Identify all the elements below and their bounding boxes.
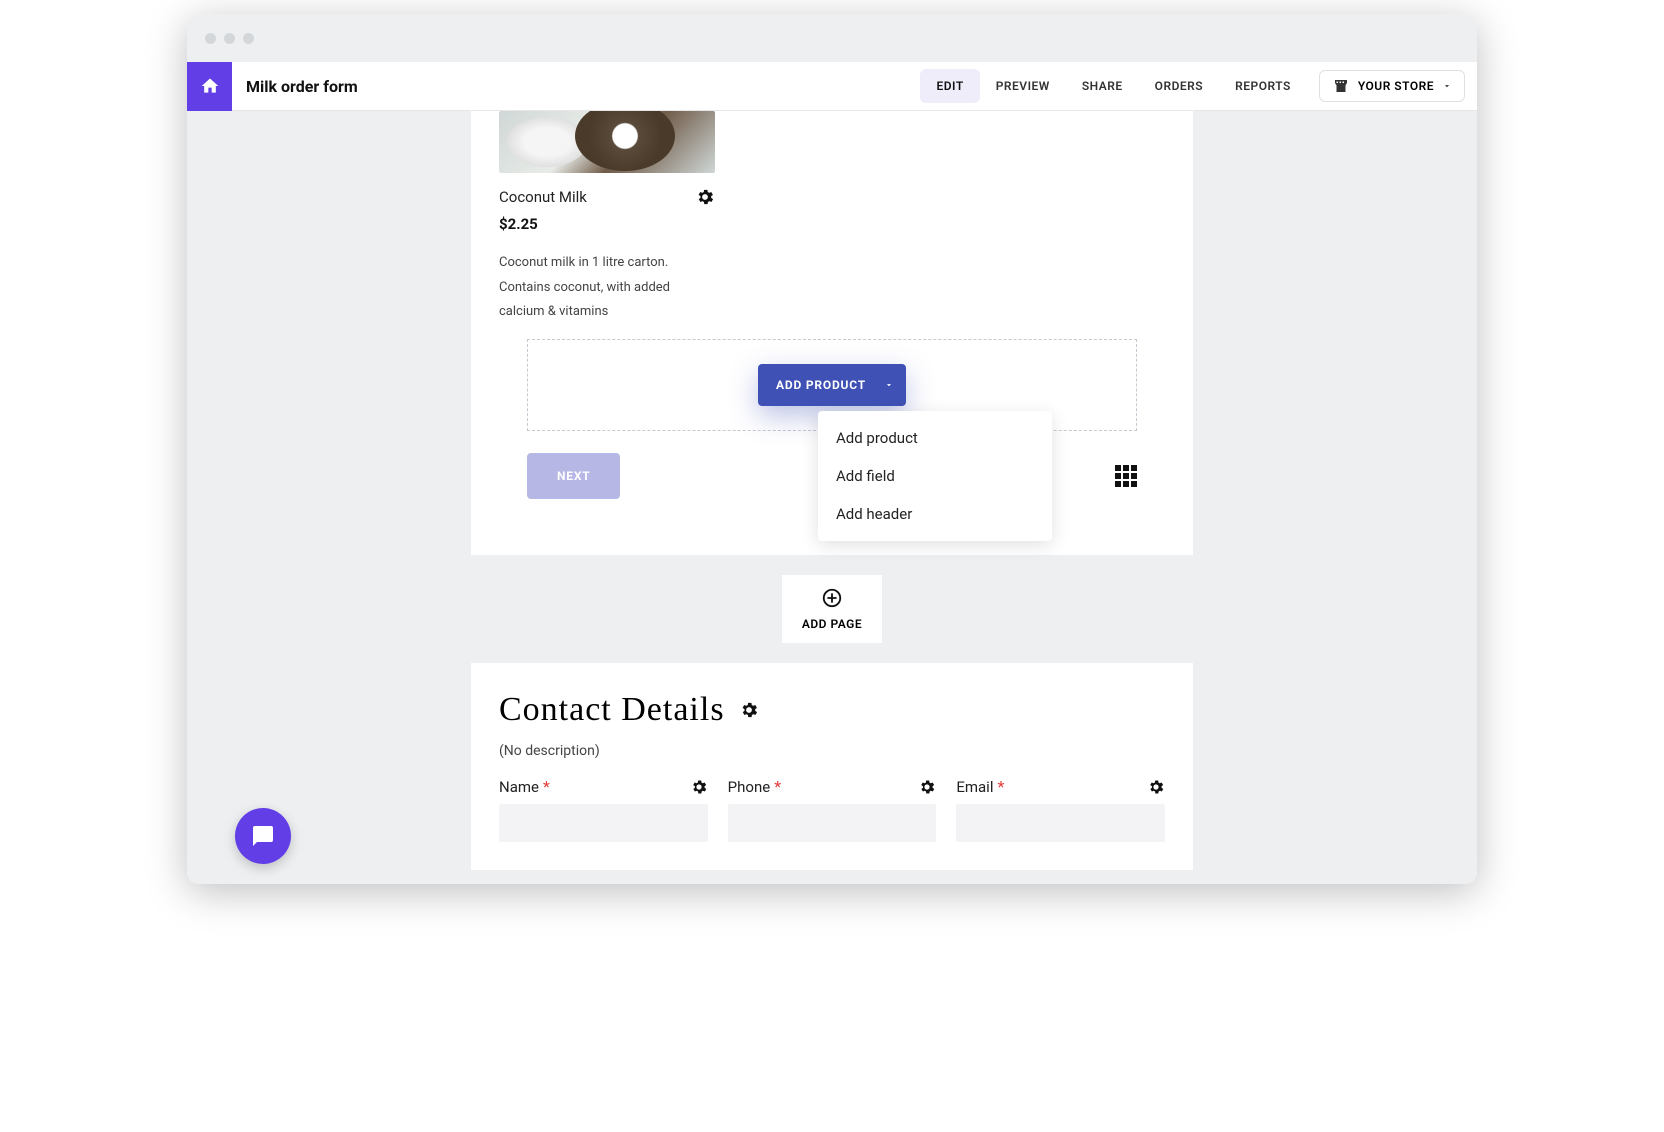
field-name: Name* (499, 777, 708, 842)
browser-frame: Milk order form EDIT PREVIEW SHARE ORDER… (187, 14, 1477, 884)
menu-add-field[interactable]: Add field (818, 457, 1052, 495)
nav-tabs: EDIT PREVIEW SHARE ORDERS REPORTS (920, 69, 1306, 103)
store-label: YOUR STORE (1358, 79, 1434, 93)
field-phone: Phone* (728, 777, 937, 842)
tab-orders[interactable]: ORDERS (1139, 69, 1219, 103)
contact-section: Contact Details (No description) Name* P… (471, 663, 1193, 870)
tab-reports[interactable]: REPORTS (1219, 69, 1307, 103)
tab-preview[interactable]: PREVIEW (980, 69, 1066, 103)
required-asterisk: * (774, 777, 781, 796)
plus-circle-icon (821, 587, 843, 609)
phone-input[interactable] (728, 804, 937, 842)
page-title: Milk order form (246, 77, 358, 96)
home-button[interactable] (187, 62, 232, 111)
gear-icon[interactable] (739, 700, 759, 720)
product-image[interactable] (499, 111, 715, 173)
field-label: Phone (728, 778, 771, 796)
add-product-menu: Add product Add field Add header (818, 411, 1052, 541)
add-page-button[interactable]: ADD PAGE (782, 575, 882, 643)
window-dot (205, 33, 216, 44)
home-icon (200, 76, 220, 96)
store-selector[interactable]: YOUR STORE (1319, 70, 1465, 102)
field-email: Email* (956, 777, 1165, 842)
gear-icon[interactable] (690, 778, 708, 796)
menu-add-product[interactable]: Add product (818, 419, 1052, 457)
chevron-down-icon (1442, 81, 1452, 91)
add-product-dropzone: ADD PRODUCT Add product Add field Add he… (527, 339, 1137, 431)
store-icon (1332, 77, 1350, 95)
tab-edit[interactable]: EDIT (920, 69, 979, 103)
add-product-label: ADD PRODUCT (776, 378, 866, 392)
name-input[interactable] (499, 804, 708, 842)
product-description: Coconut milk in 1 litre carton. Contains… (499, 251, 715, 325)
tab-share[interactable]: SHARE (1066, 69, 1139, 103)
gear-icon[interactable] (918, 778, 936, 796)
add-page-label: ADD PAGE (802, 617, 862, 631)
window-dot (243, 33, 254, 44)
field-label: Email (956, 778, 993, 796)
grid-icon[interactable] (1115, 465, 1137, 487)
product-name: Coconut Milk (499, 188, 587, 206)
contact-title: Contact Details (499, 691, 725, 729)
editor-canvas: Coconut Milk $2.25 Coconut milk in 1 lit… (187, 111, 1477, 884)
add-product-button[interactable]: ADD PRODUCT (758, 364, 906, 406)
product-section: Coconut Milk $2.25 Coconut milk in 1 lit… (471, 111, 1193, 555)
next-button[interactable]: NEXT (527, 453, 620, 499)
gear-icon[interactable] (695, 187, 715, 207)
required-asterisk: * (997, 777, 1004, 796)
required-asterisk: * (543, 777, 550, 796)
field-label: Name (499, 778, 539, 796)
window-dot (224, 33, 235, 44)
menu-add-header[interactable]: Add header (818, 495, 1052, 533)
chat-icon (251, 824, 275, 848)
gear-icon[interactable] (1147, 778, 1165, 796)
product-price: $2.25 (499, 215, 1165, 233)
email-input[interactable] (956, 804, 1165, 842)
contact-description-placeholder[interactable]: (No description) (499, 743, 1165, 759)
chevron-down-icon (884, 380, 894, 390)
browser-titlebar (187, 14, 1477, 62)
contact-fields: Name* Phone* Email* (499, 777, 1165, 842)
chat-fab[interactable] (235, 808, 291, 864)
topbar: Milk order form EDIT PREVIEW SHARE ORDER… (187, 62, 1477, 111)
